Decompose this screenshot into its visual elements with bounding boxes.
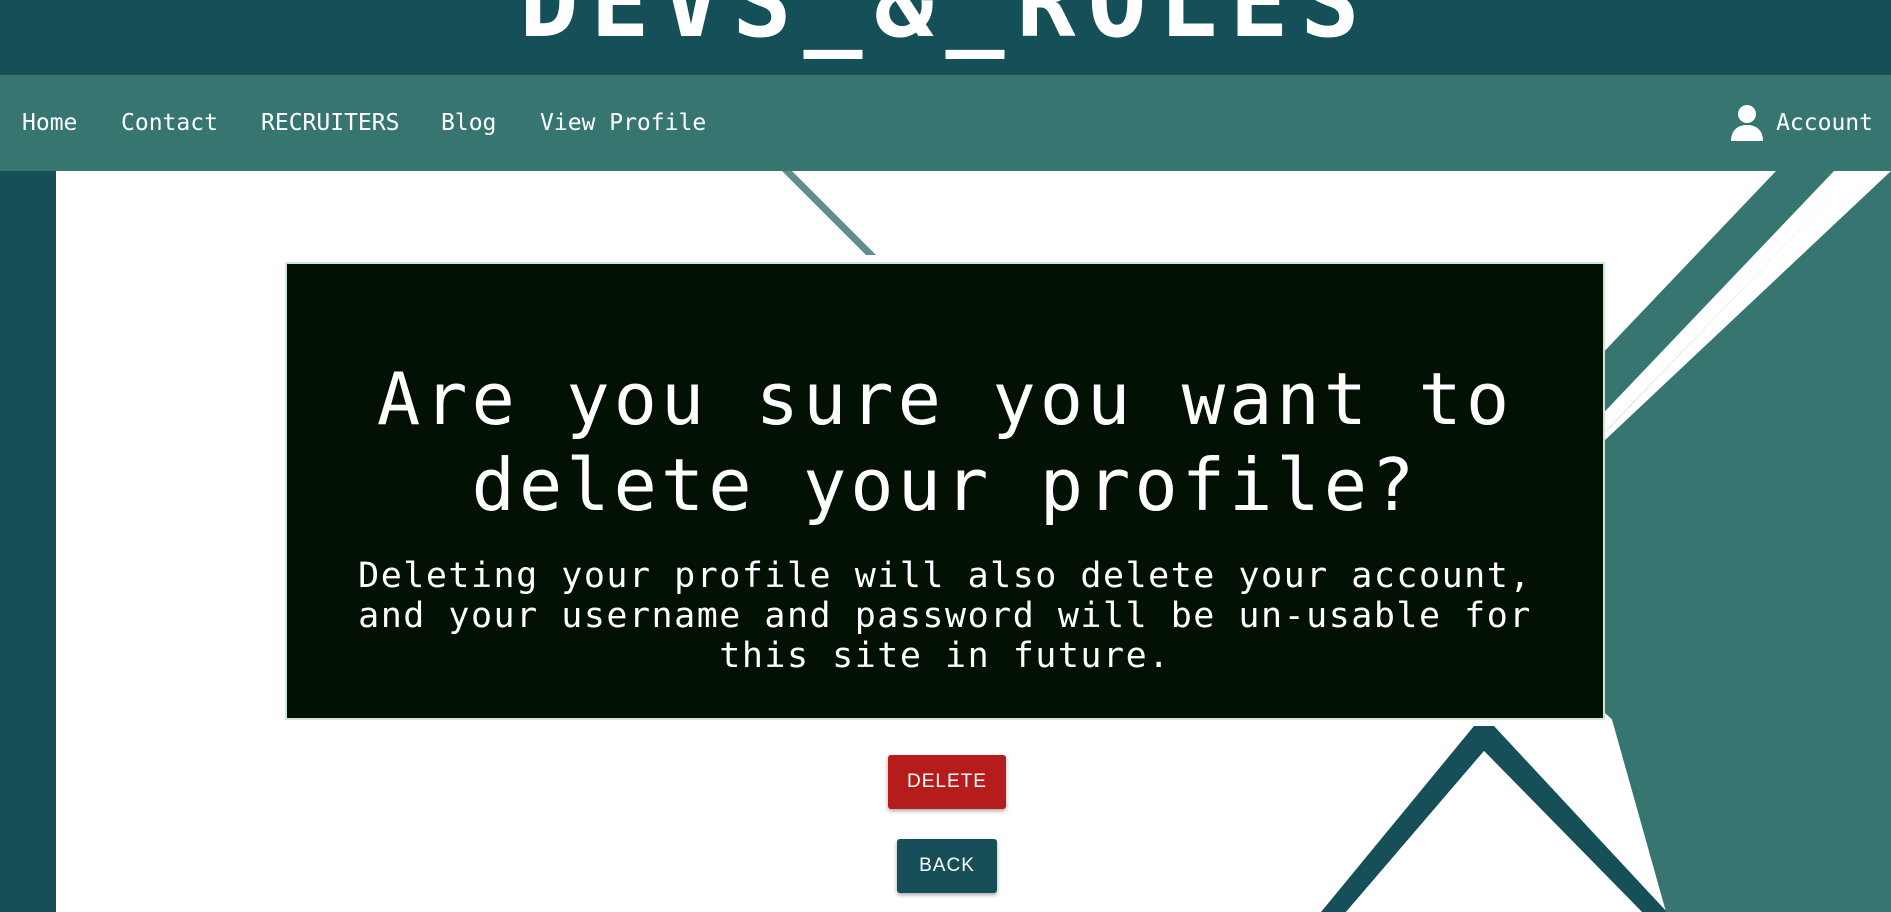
dialog-heading: Are you sure you want to delete your pro… bbox=[376, 357, 1514, 527]
delete-button[interactable]: DELETE bbox=[888, 755, 1006, 809]
dialog-message: Deleting your profile will also delete y… bbox=[358, 556, 1532, 676]
nav-item-contact[interactable]: Contact bbox=[121, 75, 218, 171]
site-title[interactable]: DEVS_&_ROLES bbox=[0, 0, 1891, 58]
nav-item-view-profile[interactable]: View Profile bbox=[540, 75, 706, 171]
navbar: Home Contact RECRUITERS Blog View Profil… bbox=[0, 75, 1891, 171]
page: DEVS_&_ROLES Home Contact RECRUITERS Blo… bbox=[0, 0, 1891, 912]
brand-header: DEVS_&_ROLES bbox=[0, 0, 1891, 75]
account-menu[interactable]: Account bbox=[1730, 75, 1873, 171]
back-button[interactable]: BACK bbox=[897, 839, 997, 893]
nav-item-recruiters[interactable]: RECRUITERS bbox=[261, 75, 399, 171]
main-content: Are you sure you want to delete your pro… bbox=[56, 171, 1891, 912]
nav-item-home[interactable]: Home bbox=[22, 75, 77, 171]
delete-confirmation-dialog: Are you sure you want to delete your pro… bbox=[285, 262, 1605, 720]
account-label: Account bbox=[1776, 110, 1873, 136]
person-icon bbox=[1731, 105, 1764, 141]
nav-item-blog[interactable]: Blog bbox=[441, 75, 496, 171]
